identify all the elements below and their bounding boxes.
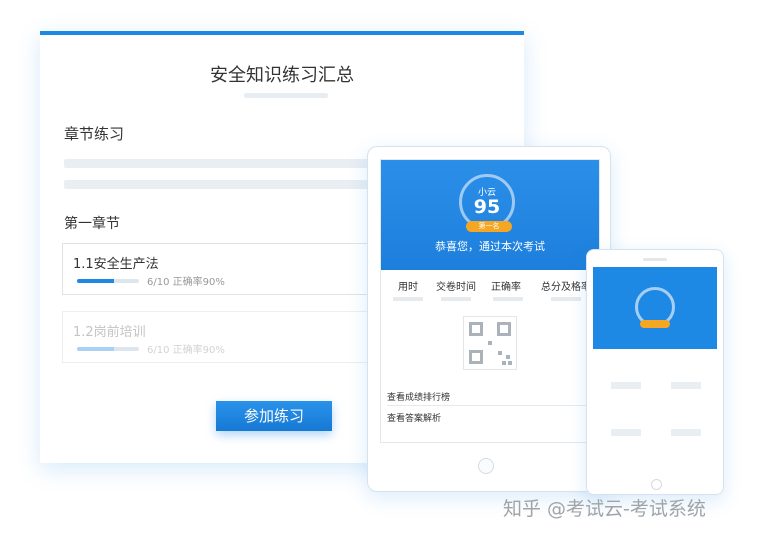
tablet-mockup: 小云 95 第一名 恭喜您，通过本次考试 用时 交卷时间 正确率 总分及格率 查… xyxy=(367,146,611,492)
progress-bar xyxy=(77,279,139,283)
phone-screen xyxy=(593,267,717,475)
stat-value-placeholder xyxy=(551,297,581,301)
lesson-stats: 6/10 正确率90% xyxy=(147,277,225,288)
join-practice-button[interactable]: 参加练习 xyxy=(216,401,332,431)
lesson-name: 1.1安全生产法 xyxy=(73,257,159,272)
phone-mockup xyxy=(586,249,724,495)
stat-header-time: 用时 xyxy=(398,282,418,293)
progress-fill xyxy=(77,279,115,283)
stat-header-submit-time: 交卷时间 xyxy=(436,282,476,293)
stat-value-placeholder xyxy=(393,297,423,301)
score-value: 95 xyxy=(473,196,501,218)
placeholder-line xyxy=(671,382,701,389)
stat-value-placeholder xyxy=(441,297,471,301)
title-underline xyxy=(244,93,328,98)
watermark: 知乎 @考试云-考试系统 xyxy=(503,498,706,520)
rank-badge: 第一名 xyxy=(466,221,512,232)
stat-header-accuracy: 正确率 xyxy=(491,282,521,293)
lesson-name: 1.2岗前培训 xyxy=(73,325,146,340)
placeholder-line xyxy=(64,180,370,189)
leaderboard-link[interactable]: 查看成绩排行榜 xyxy=(387,390,450,403)
section-label: 章节练习 xyxy=(64,125,125,143)
lesson-item-2[interactable]: 1.2岗前培训 6/10 正确率90% xyxy=(62,311,382,363)
speaker-icon xyxy=(643,258,667,261)
progress-fill xyxy=(77,347,115,351)
progress-bar xyxy=(77,347,139,351)
rank-badge xyxy=(640,320,670,328)
placeholder-line xyxy=(671,429,701,436)
qr-code-icon xyxy=(463,316,517,370)
chapter-label: 第一章节 xyxy=(64,216,120,232)
answer-analysis-link[interactable]: 查看答案解析 xyxy=(387,411,441,424)
tablet-screen: 小云 95 第一名 恭喜您，通过本次考试 用时 交卷时间 正确率 总分及格率 查… xyxy=(380,159,600,443)
divider xyxy=(387,405,599,406)
home-button-icon xyxy=(478,458,494,474)
stat-value-placeholder xyxy=(493,297,523,301)
congrats-text: 恭喜您，通过本次考试 xyxy=(435,240,545,253)
placeholder-line xyxy=(64,159,370,168)
page-title: 安全知识练习汇总 xyxy=(210,65,354,86)
phone-result-header xyxy=(593,267,717,349)
home-button-icon xyxy=(651,479,662,490)
result-header: 小云 95 第一名 恭喜您，通过本次考试 xyxy=(381,160,599,270)
lesson-item-1[interactable]: 1.1安全生产法 6/10 正确率90% xyxy=(62,243,382,295)
lesson-stats: 6/10 正确率90% xyxy=(147,345,225,356)
placeholder-line xyxy=(611,429,641,436)
placeholder-line xyxy=(611,382,641,389)
